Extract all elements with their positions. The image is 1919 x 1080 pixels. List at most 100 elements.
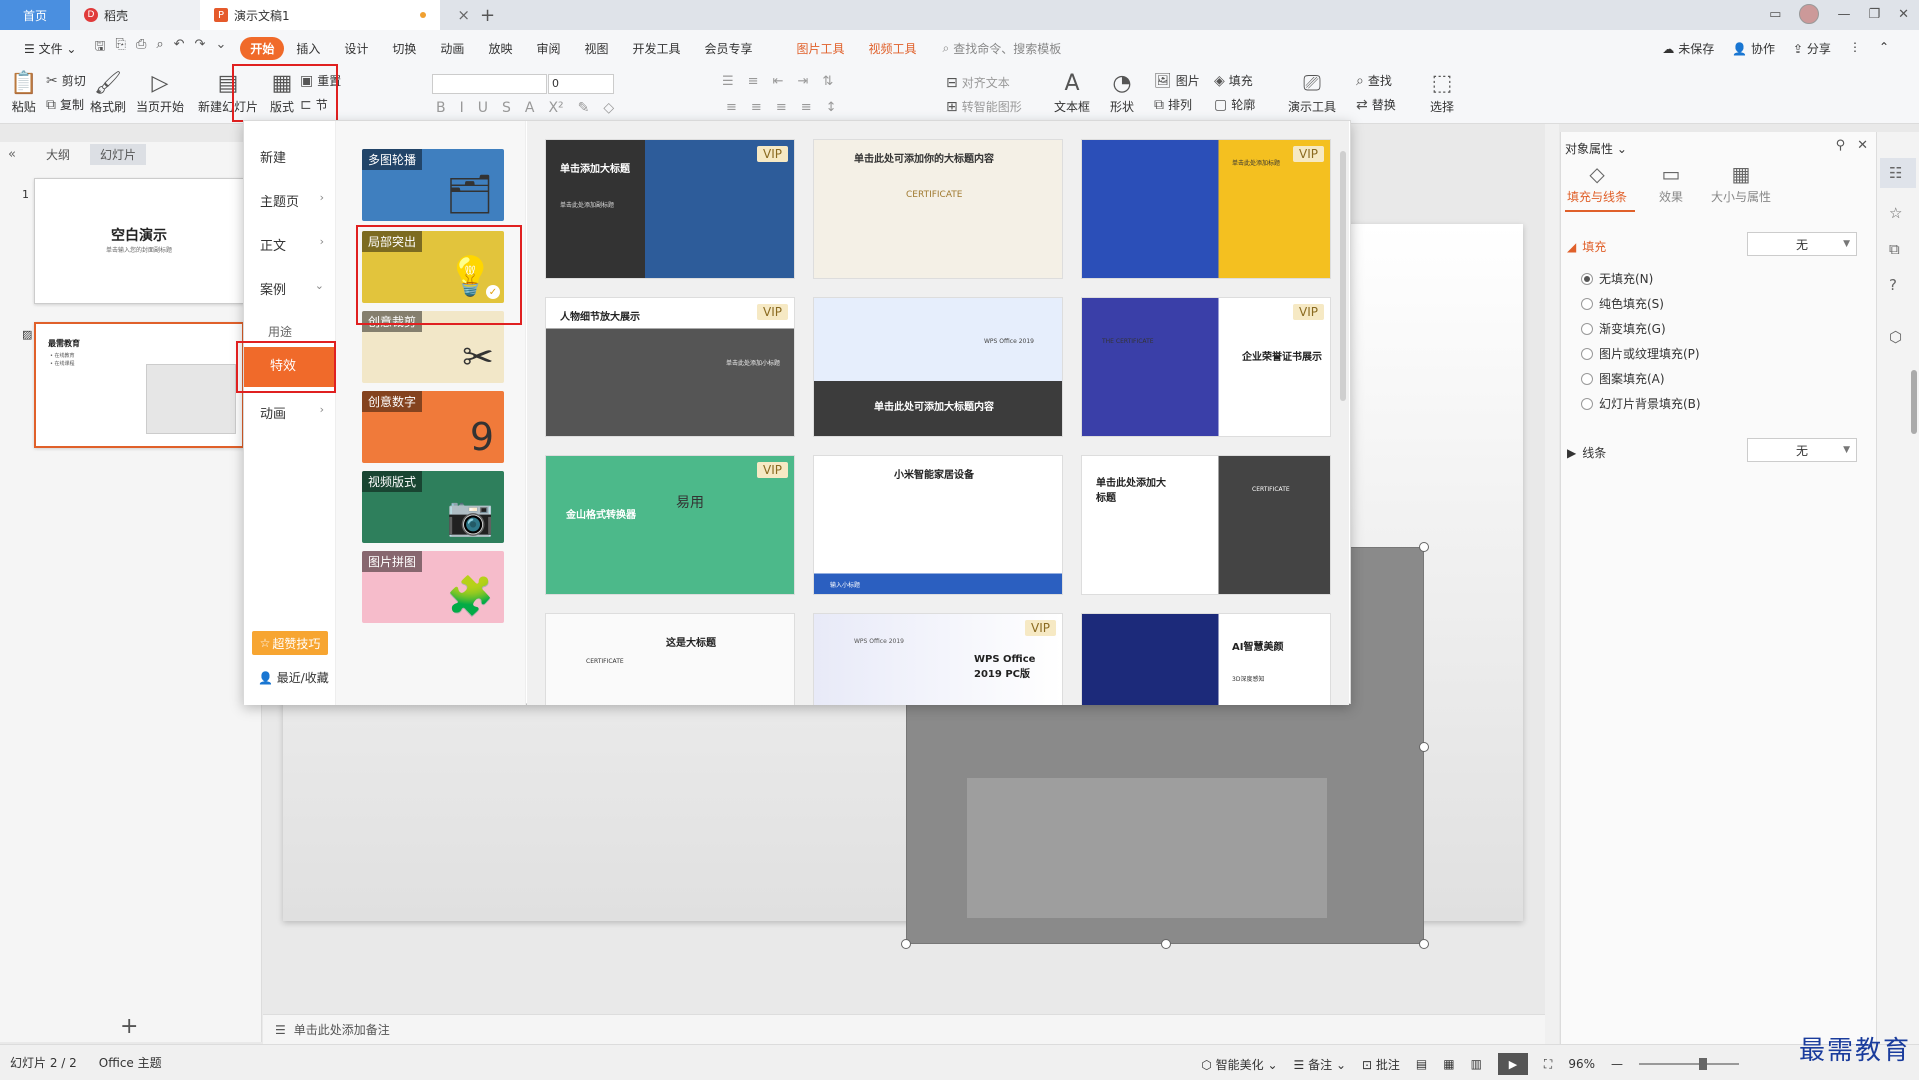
beautify-button[interactable]: ⬡ 智能美化 ⌄: [1201, 1056, 1277, 1073]
export-icon[interactable]: ⎘: [116, 37, 126, 59]
highlight-icon[interactable]: ✎: [578, 100, 590, 116]
menu-review[interactable]: 审阅: [524, 40, 572, 57]
minimize-icon[interactable]: —: [1837, 7, 1850, 22]
theme-name[interactable]: Office 主题: [99, 1054, 162, 1071]
props-title[interactable]: 对象属性 ⌄: [1565, 140, 1627, 157]
redo-icon[interactable]: ↷: [195, 37, 206, 59]
subcat-creative-number[interactable]: 创意数字 9: [362, 391, 504, 463]
tab-fill-line[interactable]: ◇ 填充与线条: [1567, 162, 1627, 205]
category-cases[interactable]: 案例 ⌄: [260, 279, 330, 298]
pin-icon[interactable]: ⚲: [1836, 138, 1846, 153]
template-card[interactable]: 单击此处可添加你的大标题内容 CERTIFICATE: [813, 139, 1063, 279]
fill-option-background[interactable]: 幻灯片背景填充(B): [1581, 395, 1701, 412]
smart-art-button[interactable]: ⊞ 转智能图形: [946, 98, 1022, 115]
collapse-ribbon-icon[interactable]: ⌃: [1879, 40, 1889, 57]
clear-format-icon[interactable]: ◇: [603, 100, 614, 116]
picture-button[interactable]: 🖼 图片: [1154, 72, 1200, 89]
subcat-picture-puzzle[interactable]: 图片拼图 🧩: [362, 551, 504, 623]
menu-picture-tools[interactable]: 图片工具: [785, 40, 857, 57]
zoom-out-icon[interactable]: —: [1611, 1057, 1623, 1071]
line-section-toggle[interactable]: ▶ 线条: [1567, 444, 1606, 461]
fill-option-gradient[interactable]: 渐变填充(G): [1581, 320, 1666, 337]
presentation-tools-button[interactable]: ⎚ 演示工具: [1288, 70, 1336, 115]
close-tab-icon[interactable]: ×: [457, 6, 470, 24]
canvas-scrollbar[interactable]: [1545, 124, 1559, 1044]
bold-icon[interactable]: B: [436, 100, 446, 116]
fit-window-icon[interactable]: ⛶: [1544, 1057, 1552, 1072]
arrange-button[interactable]: ⧉ 排列: [1154, 96, 1192, 113]
justify-icon[interactable]: ≡: [801, 100, 812, 115]
bullets-icon[interactable]: ☰: [722, 74, 734, 89]
fill-option-pattern[interactable]: 图案填充(A): [1581, 370, 1665, 387]
menu-animation[interactable]: 动画: [428, 40, 476, 57]
print-preview-icon[interactable]: ⌕: [156, 37, 163, 59]
template-card[interactable]: 单击添加大标题 单击此处添加副标题 VIP: [545, 139, 795, 279]
layout-icon[interactable]: ▭: [1769, 7, 1781, 22]
tab-effects[interactable]: ▭ 效果: [1659, 162, 1683, 205]
tab-size-properties[interactable]: ▦ 大小与属性: [1711, 162, 1771, 205]
strikethrough-icon[interactable]: S: [502, 100, 511, 116]
save-icon[interactable]: 🖫: [94, 37, 105, 59]
template-card[interactable]: WPS Office 2019 WPS Office 2019 PC版 VIP: [813, 613, 1063, 705]
menu-transition[interactable]: 切换: [380, 40, 428, 57]
reading-view-icon[interactable]: ▥: [1471, 1057, 1482, 1071]
comments-button[interactable]: ⊡ 批注: [1362, 1056, 1400, 1073]
find-button[interactable]: ⌕ 查找: [1356, 72, 1392, 89]
resize-handle[interactable]: [1419, 542, 1429, 552]
italic-icon[interactable]: I: [460, 100, 464, 116]
indent-increase-icon[interactable]: ⇥: [797, 74, 808, 89]
indent-decrease-icon[interactable]: ⇤: [773, 74, 784, 89]
template-card[interactable]: 单击此处添加大标题 CERTIFICATE: [1081, 455, 1331, 595]
template-card[interactable]: 单击此处添加标题 VIP: [1081, 139, 1331, 279]
gallery-scrollbar[interactable]: [1340, 151, 1346, 401]
menu-member[interactable]: 会员专享: [693, 40, 765, 57]
category-theme[interactable]: 主题页 ›: [260, 191, 330, 210]
notes-bar[interactable]: ☰ 单击此处添加备注: [263, 1014, 1545, 1044]
cut-button[interactable]: ✂ 剪切: [46, 72, 86, 89]
star-icon[interactable]: ☆: [1889, 204, 1902, 222]
menu-video-tools[interactable]: 视频工具: [857, 40, 929, 57]
menu-view[interactable]: 视图: [572, 40, 620, 57]
normal-view-icon[interactable]: ▤: [1416, 1057, 1427, 1071]
close-window-icon[interactable]: ✕: [1898, 7, 1909, 22]
category-new[interactable]: 新建: [260, 147, 330, 166]
category-usage[interactable]: 用途: [268, 323, 338, 340]
avatar[interactable]: [1799, 4, 1820, 24]
copy-button[interactable]: ⧉ 复制: [46, 96, 84, 113]
fill-option-solid[interactable]: 纯色填充(S): [1581, 295, 1664, 312]
close-pane-icon[interactable]: ✕: [1857, 138, 1868, 153]
template-card[interactable]: 这是大标题 CERTIFICATE: [545, 613, 795, 705]
subcat-multi-carousel[interactable]: 多图轮播 🗂: [362, 149, 504, 221]
help-icon[interactable]: ?: [1889, 276, 1897, 294]
more-icon[interactable]: ⋮: [1849, 40, 1861, 57]
play-from-current-button[interactable]: ▷ 当页开始: [136, 70, 184, 115]
shape-button[interactable]: ◔ 形状: [1110, 70, 1134, 115]
align-left-icon[interactable]: ≡: [726, 100, 737, 115]
customize-icon[interactable]: ⌄: [215, 37, 226, 59]
file-menu[interactable]: ☰ 文件 ⌄: [12, 40, 88, 57]
menu-design[interactable]: 设计: [332, 40, 380, 57]
template-card[interactable]: WPS Office 2019 单击此处可添加大标题内容: [813, 297, 1063, 437]
paste-button[interactable]: 📋 粘贴: [10, 70, 37, 115]
line-select[interactable]: 无 ▼: [1747, 438, 1857, 462]
share-button[interactable]: ⇪ 分享: [1793, 40, 1831, 57]
resize-handle[interactable]: [1161, 939, 1171, 949]
template-card[interactable]: THE CERTIFICATE 企业荣誉证书展示 VIP: [1081, 297, 1331, 437]
font-size-input[interactable]: 0: [548, 74, 614, 94]
add-tab-button[interactable]: +: [480, 0, 495, 30]
command-search[interactable]: ⌕ 查找命令、搜索模板: [943, 40, 1062, 57]
line-spacing-icon[interactable]: ↕: [826, 100, 837, 115]
fill-select[interactable]: 无 ▼: [1747, 232, 1857, 256]
resize-handle[interactable]: [1419, 939, 1429, 949]
select-button[interactable]: ⬚ 选择: [1430, 70, 1454, 115]
zoom-slider[interactable]: [1639, 1058, 1739, 1070]
cube-icon[interactable]: ⬡: [1889, 328, 1902, 346]
template-card[interactable]: 金山格式转换器 易用 VIP: [545, 455, 795, 595]
sliders-icon[interactable]: ☷: [1889, 164, 1902, 182]
tab-home[interactable]: 首页: [0, 0, 70, 30]
menu-slideshow[interactable]: 放映: [476, 40, 524, 57]
textbox-button[interactable]: A 文本框: [1054, 70, 1090, 115]
restore-icon[interactable]: ❐: [1868, 7, 1880, 22]
superscript-icon[interactable]: X²: [548, 100, 563, 116]
format-painter-button[interactable]: 🖌 格式刷: [90, 70, 126, 115]
